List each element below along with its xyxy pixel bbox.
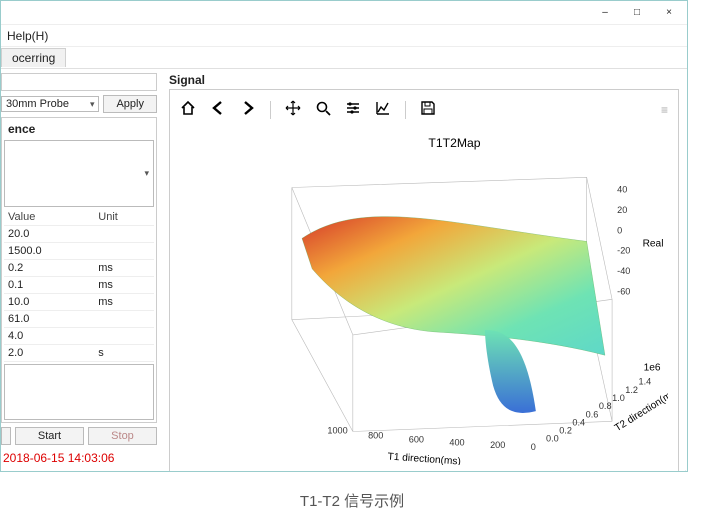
table-row[interactable]: 0.2ms	[4, 260, 154, 277]
tab-processing[interactable]: ocerring	[1, 48, 66, 67]
col-value: Value	[4, 209, 94, 226]
sequence-select[interactable]	[4, 140, 154, 207]
svg-text:0.0: 0.0	[546, 434, 559, 444]
z-axis-label: Real	[643, 238, 664, 249]
y-axis-scale: 1e6	[644, 363, 661, 374]
save-icon[interactable]	[420, 100, 436, 120]
param-header: Value Unit	[4, 209, 154, 226]
close-button[interactable]: ×	[655, 4, 683, 22]
log-box[interactable]	[4, 364, 154, 420]
apply-button[interactable]: Apply	[103, 95, 157, 113]
maximize-button[interactable]: □	[623, 4, 651, 22]
col-unit: Unit	[94, 209, 154, 226]
app-window: – □ × Help(H) ocerring 30mm Probe Apply …	[0, 0, 688, 472]
svg-text:-40: -40	[617, 266, 630, 276]
run-row: Start Stop	[1, 427, 157, 445]
param-table: Value Unit 20.0 1500.0 0.2ms 0.1ms 10.0m…	[4, 209, 154, 362]
svg-text:1.2: 1.2	[625, 385, 638, 395]
z-ticks: 40 20 0 -20 -40 -60	[617, 185, 630, 297]
svg-text:0.2: 0.2	[559, 426, 572, 436]
svg-text:1000: 1000	[327, 426, 347, 436]
plot-panel: ≡ T1T2Map	[169, 89, 679, 471]
svg-text:-60: -60	[617, 286, 630, 296]
axes-edit-icon[interactable]	[375, 100, 391, 120]
left-panel: 30mm Probe Apply ence Value Unit 20.0 15…	[1, 69, 161, 471]
chart-title: T1T2Map	[428, 136, 480, 150]
table-row[interactable]: 4.0	[4, 328, 154, 345]
plot-3d[interactable]: T1T2Map	[180, 124, 668, 465]
table-row[interactable]: 1500.0	[4, 243, 154, 260]
table-row[interactable]: 20.0	[4, 226, 154, 243]
menu-help[interactable]: Help(H)	[7, 29, 48, 43]
table-row[interactable]: 61.0	[4, 311, 154, 328]
probe-select-value: 30mm Probe	[6, 98, 69, 110]
svg-text:0: 0	[531, 442, 536, 452]
content: 30mm Probe Apply ence Value Unit 20.0 15…	[1, 69, 687, 471]
table-row[interactable]: 10.0ms	[4, 294, 154, 311]
stop-button[interactable]: Stop	[88, 427, 157, 445]
toolbar-more-icon[interactable]: ≡	[661, 103, 668, 117]
x-axis-label: T1 direction(ms)	[387, 451, 461, 464]
probe-select[interactable]: 30mm Probe	[1, 96, 99, 112]
menubar: Help(H)	[1, 25, 687, 47]
svg-text:600: 600	[409, 435, 424, 445]
status-timestamp: 2018-06-15 14:03:06	[1, 449, 157, 467]
svg-text:1.0: 1.0	[612, 393, 625, 403]
svg-text:40: 40	[617, 185, 627, 195]
tabbar: ocerring	[1, 47, 687, 69]
pan-icon[interactable]	[285, 100, 301, 120]
forward-icon[interactable]	[240, 100, 256, 120]
svg-text:200: 200	[490, 440, 505, 450]
plot-toolbar: ≡	[180, 96, 668, 124]
svg-text:20: 20	[617, 205, 627, 215]
toolbar-sep	[270, 101, 271, 119]
signal-label: Signal	[169, 73, 679, 87]
sequence-label: ence	[4, 120, 154, 138]
titlebar: – □ ×	[1, 1, 687, 25]
toolbar-sep	[405, 101, 406, 119]
sequence-group: ence Value Unit 20.0 1500.0 0.2ms 0.1ms …	[1, 117, 157, 423]
x-ticks: 1000 800 600 400 200 0	[327, 426, 535, 452]
svg-text:0.8: 0.8	[599, 401, 612, 411]
top-field[interactable]	[1, 73, 157, 91]
svg-text:-20: -20	[617, 246, 630, 256]
start-button[interactable]: Start	[15, 427, 84, 445]
configure-icon[interactable]	[345, 100, 361, 120]
svg-text:400: 400	[449, 438, 464, 448]
table-row[interactable]: 0.1ms	[4, 277, 154, 294]
signal-panel-wrap: Signal	[161, 69, 687, 471]
resize-grip-icon[interactable]: ↔	[682, 466, 688, 473]
svg-text:1.4: 1.4	[639, 377, 652, 387]
svg-text:0: 0	[617, 225, 622, 235]
probe-row: 30mm Probe Apply	[1, 95, 157, 113]
svg-text:800: 800	[368, 431, 383, 441]
table-row[interactable]: 2.0s	[4, 345, 154, 362]
figure-caption: T1-T2 信号示例	[0, 472, 704, 515]
home-icon[interactable]	[180, 100, 196, 120]
surface-dip	[485, 330, 536, 413]
prev-button[interactable]	[1, 427, 11, 445]
svg-text:0.4: 0.4	[572, 417, 585, 427]
svg-text:0.6: 0.6	[586, 409, 599, 419]
back-icon[interactable]	[210, 100, 226, 120]
surface	[302, 217, 605, 356]
minimize-button[interactable]: –	[591, 4, 619, 22]
zoom-icon[interactable]	[315, 100, 331, 120]
